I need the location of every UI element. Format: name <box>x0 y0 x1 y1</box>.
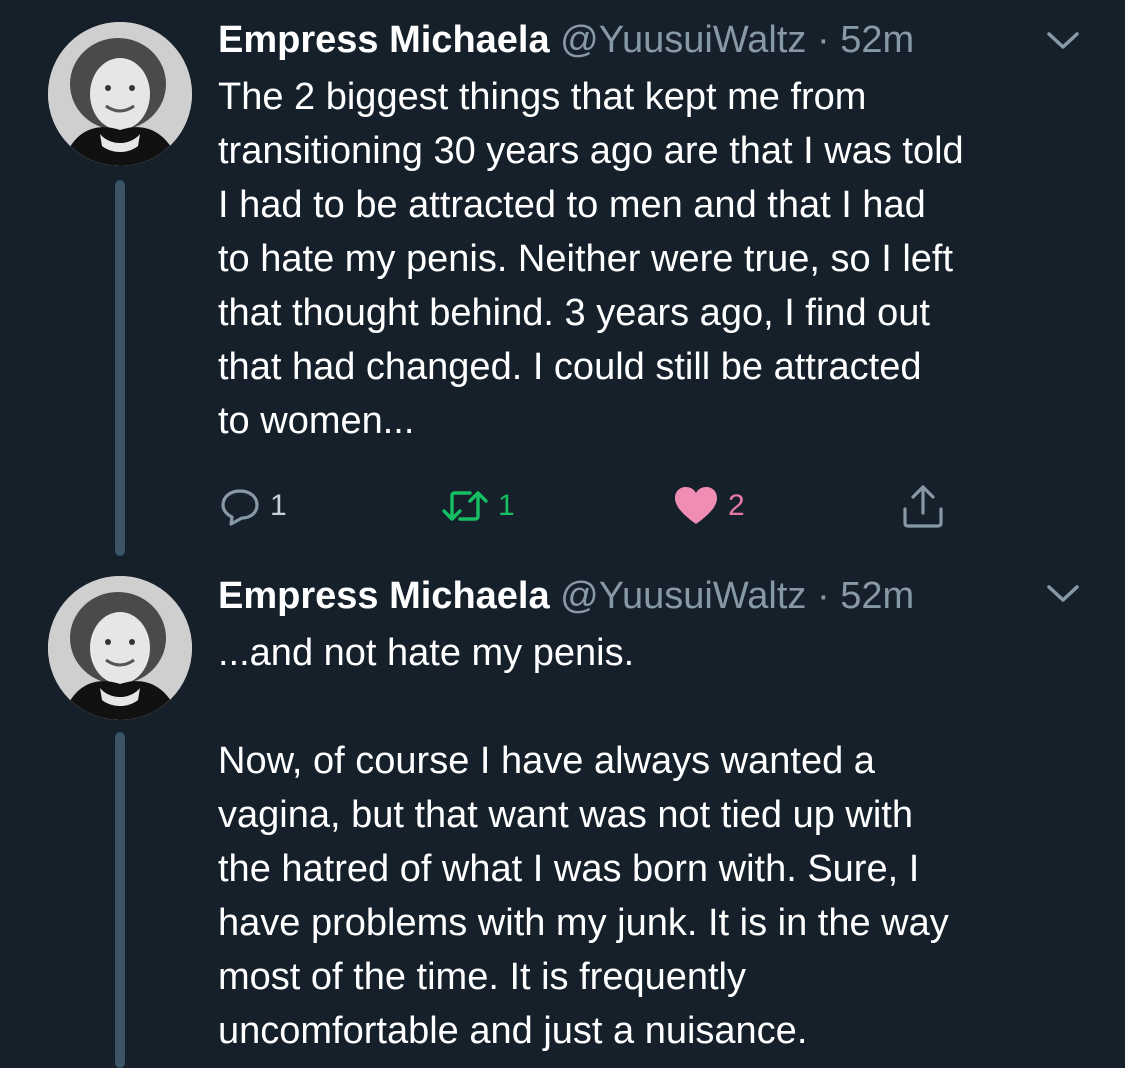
more-options-button[interactable] <box>1046 30 1080 52</box>
tweet-text-line: vagina, but that want was not tied up wi… <box>218 794 913 836</box>
retweet-button[interactable]: 1 <box>440 478 515 534</box>
tweet-text-line: The 2 biggest things that kept me from <box>218 76 867 118</box>
thread-line <box>115 732 125 1068</box>
tweet-text-line: to women... <box>218 400 415 442</box>
like-count: 2 <box>728 489 745 522</box>
tweet-text-line: the hatred of what I was born with. Sure… <box>218 848 920 890</box>
thread-line <box>115 180 125 556</box>
chevron-down-icon <box>1047 32 1079 49</box>
tweet[interactable]: Empress Michaela @YuusuiWaltz · 52m ...a… <box>0 560 1125 1068</box>
timestamp[interactable]: 52m <box>840 19 914 61</box>
tweet-header: Empress Michaela @YuusuiWaltz · 52m <box>218 570 914 622</box>
like-button[interactable]: 2 <box>672 478 745 534</box>
tweet-text-line: to hate my penis. Neither were true, so … <box>218 238 954 280</box>
tweet-text-line: have problems with my junk. It is in the… <box>218 902 949 944</box>
tweet-text-line: I had to be attracted to men and that I … <box>218 184 926 226</box>
tweet-text-line: transitioning 30 years ago are that I wa… <box>218 130 964 172</box>
tweet-text-line: that thought behind. 3 years ago, I find… <box>218 292 930 334</box>
reply-icon <box>221 489 259 526</box>
author-name[interactable]: Empress Michaela <box>218 575 550 617</box>
avatar[interactable] <box>48 576 192 720</box>
reply-button[interactable]: 1 <box>218 478 287 534</box>
timestamp[interactable]: 52m <box>840 575 914 617</box>
tweet-paragraph: ...and not hate my penis. <box>218 626 1098 680</box>
more-options-button[interactable] <box>1046 583 1080 605</box>
chevron-down-icon <box>1047 585 1079 602</box>
tweet-paragraph: Now, of course I have always wanted a va… <box>218 734 1098 1058</box>
share-button[interactable] <box>900 478 946 534</box>
tweet-text-line: Now, of course I have always wanted a <box>218 740 875 782</box>
heart-icon <box>675 487 717 524</box>
tweet-text: ...and not hate my penis. Now, of course… <box>218 626 1098 1058</box>
tweet-text-line: ...and not hate my penis. <box>218 632 635 674</box>
separator-dot: · <box>817 575 830 617</box>
tweet-text-line: uncomfortable and just a nuisance. <box>218 1010 808 1052</box>
avatar-photo <box>48 22 192 166</box>
avatar-photo <box>48 576 192 720</box>
retweet-icon <box>442 491 488 521</box>
tweet[interactable]: Empress Michaela @YuusuiWaltz · 52m The … <box>0 0 1125 560</box>
tweet-actions: 1 1 2 <box>218 478 978 534</box>
tweet-text-line: that had changed. I could still be attra… <box>218 346 922 388</box>
tweet-text: The 2 biggest things that kept me from t… <box>218 70 1098 448</box>
separator-dot: · <box>817 19 830 61</box>
tweet-header: Empress Michaela @YuusuiWaltz · 52m <box>218 14 914 66</box>
avatar[interactable] <box>48 22 192 166</box>
share-icon <box>903 485 943 528</box>
author-name[interactable]: Empress Michaela <box>218 19 550 61</box>
author-handle[interactable]: @YuusuiWaltz <box>560 575 806 617</box>
author-handle[interactable]: @YuusuiWaltz <box>560 19 806 61</box>
retweet-count: 1 <box>498 489 515 522</box>
tweet-text-line: most of the time. It is frequently <box>218 956 746 998</box>
reply-count: 1 <box>270 489 287 522</box>
